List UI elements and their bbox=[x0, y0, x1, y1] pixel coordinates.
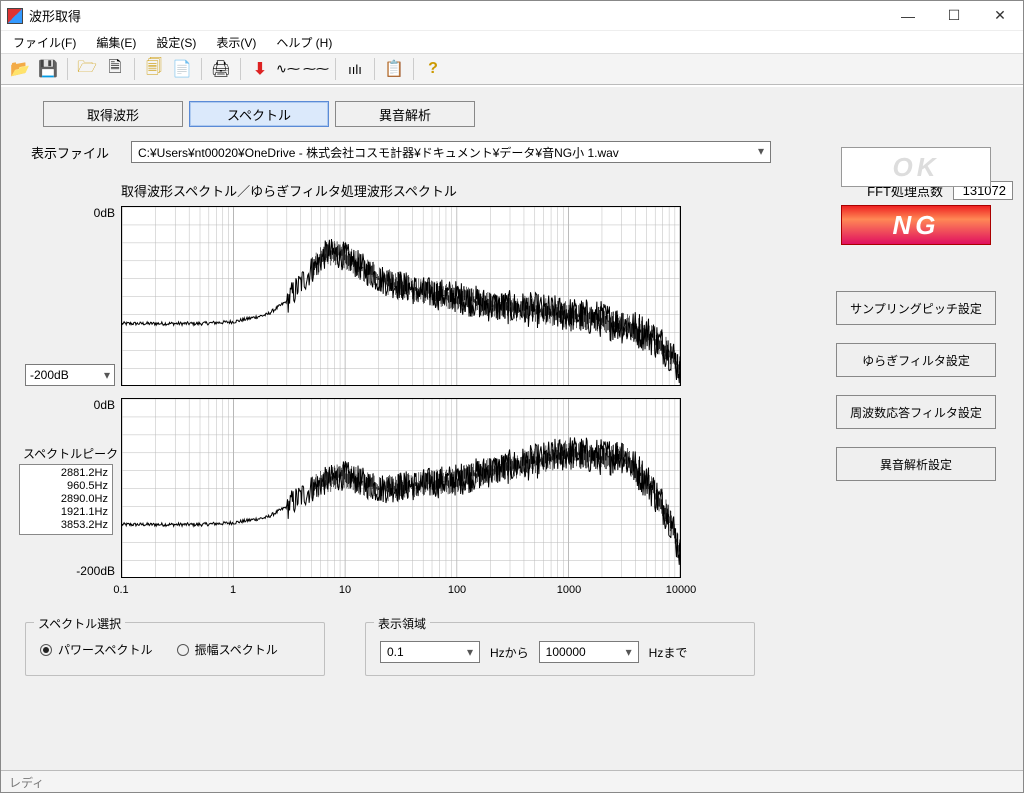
app-icon bbox=[7, 8, 23, 24]
peak-item: 2881.2Hz bbox=[24, 467, 108, 480]
tab-waveform[interactable]: 取得波形 bbox=[43, 101, 183, 127]
peak-item: 3853.2Hz bbox=[24, 519, 108, 532]
menu-file[interactable]: ファイル(F) bbox=[5, 32, 84, 53]
abnormal-analysis-button[interactable]: 異音解析設定 bbox=[836, 447, 996, 481]
print-icon[interactable]: 🖨 bbox=[208, 56, 234, 82]
xtick: 100 bbox=[448, 584, 466, 596]
toolbar: 📂 💾 🗁 🗎 🗐 📄 🖨 ⬇ ∿⁓ ⁓⁓ ıılı 📋 ? bbox=[1, 53, 1023, 85]
peak-item: 1921.1Hz bbox=[24, 506, 108, 519]
yuragi-filter-button[interactable]: ゆらぎフィルタ設定 bbox=[836, 343, 996, 377]
titlebar: 波形取得 — ☐ ✕ bbox=[1, 1, 1023, 31]
xtick: 1 bbox=[230, 584, 236, 596]
minimize-button[interactable]: — bbox=[885, 1, 931, 31]
content-area: 取得波形 スペクトル 異音解析 表示ファイル C:¥Users¥nt00020¥… bbox=[1, 87, 1023, 770]
file-select[interactable]: C:¥Users¥nt00020¥OneDrive - 株式会社コスモ計器¥ドキ… bbox=[131, 141, 771, 163]
radio-amplitude-spectrum[interactable]: 振幅スペクトル bbox=[177, 641, 278, 658]
menu-help[interactable]: ヘルプ (H) bbox=[268, 32, 340, 53]
status-text: レディ bbox=[9, 776, 44, 790]
xtick: 10 bbox=[339, 584, 351, 596]
wave1-icon[interactable]: ∿⁓ bbox=[275, 56, 301, 82]
ng-badge: NG bbox=[841, 205, 991, 245]
statusbar: レディ bbox=[1, 770, 1023, 792]
close-button[interactable]: ✕ bbox=[977, 1, 1023, 31]
toolbar-separator bbox=[374, 58, 375, 80]
down-arrow-icon[interactable]: ⬇ bbox=[247, 56, 273, 82]
menu-view[interactable]: 表示(V) bbox=[208, 32, 264, 53]
chart2-ytop: 0dB bbox=[94, 398, 115, 412]
range-to-unit: Hzまで bbox=[649, 644, 688, 661]
bars-icon[interactable]: ıılı bbox=[342, 56, 368, 82]
xtick: 1000 bbox=[557, 584, 581, 596]
open2-icon[interactable]: 🗁 bbox=[74, 56, 100, 82]
clipboard-icon[interactable]: 📋 bbox=[381, 56, 407, 82]
radio-dot-icon bbox=[177, 644, 189, 656]
menu-edit[interactable]: 編集(E) bbox=[88, 32, 144, 53]
tab-abnormal[interactable]: 異音解析 bbox=[335, 101, 475, 127]
save-icon[interactable]: 💾 bbox=[35, 56, 61, 82]
radio-dot-icon bbox=[40, 644, 52, 656]
open-icon[interactable]: 📂 bbox=[7, 56, 33, 82]
savecopy-icon[interactable]: 🗎 bbox=[102, 56, 128, 82]
range-to-select[interactable]: 100000 bbox=[539, 641, 639, 663]
chart1-ybottom-select[interactable]: -200dB bbox=[25, 364, 115, 386]
range-from-select[interactable]: 0.1 bbox=[380, 641, 480, 663]
toolbar-separator bbox=[67, 58, 68, 80]
tab-spectrum[interactable]: スペクトル bbox=[189, 101, 329, 127]
peak-list-label: スペクトルピーク bbox=[23, 445, 123, 462]
sampling-pitch-button[interactable]: サンプリングピッチ設定 bbox=[836, 291, 996, 325]
chart1-plot bbox=[121, 206, 681, 386]
menu-settings[interactable]: 設定(S) bbox=[148, 32, 204, 53]
menubar: ファイル(F) 編集(E) 設定(S) 表示(V) ヘルプ (H) bbox=[1, 31, 1023, 53]
paste-icon[interactable]: 📄 bbox=[169, 56, 195, 82]
freq-response-filter-button[interactable]: 周波数応答フィルタ設定 bbox=[836, 395, 996, 429]
peak-item: 960.5Hz bbox=[24, 480, 108, 493]
peak-list: 2881.2Hz 960.5Hz 2890.0Hz 1921.1Hz 3853.… bbox=[19, 464, 113, 535]
maximize-button[interactable]: ☐ bbox=[931, 1, 977, 31]
chart-title: 取得波形スペクトル／ゆらぎフィルタ処理波形スペクトル bbox=[121, 181, 457, 200]
copy-icon[interactable]: 🗐 bbox=[141, 56, 167, 82]
radio-power-spectrum[interactable]: パワースペクトル bbox=[40, 641, 153, 658]
peak-item: 2890.0Hz bbox=[24, 493, 108, 506]
bottom-groups: スペクトル選択 パワースペクトル 振幅スペクトル 表示領域 0.1 Hzから 1… bbox=[25, 622, 1013, 676]
xtick: 0.1 bbox=[113, 584, 128, 596]
tabs-row: 取得波形 スペクトル 異音解析 bbox=[43, 101, 1013, 127]
file-label: 表示ファイル bbox=[31, 143, 131, 162]
ok-badge: OK bbox=[841, 147, 991, 187]
spectrum-select-legend: スペクトル選択 bbox=[34, 615, 125, 632]
help-icon[interactable]: ? bbox=[420, 56, 446, 82]
range-from-unit: Hzから bbox=[490, 644, 529, 661]
toolbar-separator bbox=[240, 58, 241, 80]
window-title: 波形取得 bbox=[29, 6, 885, 25]
toolbar-separator bbox=[134, 58, 135, 80]
right-panel: OK NG サンプリングピッチ設定 ゆらぎフィルタ設定 周波数応答フィルタ設定 … bbox=[831, 147, 1001, 481]
spectrum-select-group: スペクトル選択 パワースペクトル 振幅スペクトル bbox=[25, 622, 325, 676]
chart2-plot bbox=[121, 398, 681, 578]
display-range-group: 表示領域 0.1 Hzから 100000 Hzまで bbox=[365, 622, 755, 676]
xaxis-labels: 0.1 1 10 100 1000 10000 bbox=[121, 584, 681, 604]
xtick: 10000 bbox=[666, 584, 697, 596]
toolbar-separator bbox=[335, 58, 336, 80]
chart1-ytop: 0dB bbox=[94, 206, 115, 220]
chart2-ybottom-select[interactable]: -200dB bbox=[76, 564, 115, 578]
display-range-legend: 表示領域 bbox=[374, 615, 430, 632]
toolbar-separator bbox=[201, 58, 202, 80]
toolbar-separator bbox=[413, 58, 414, 80]
wave2-icon[interactable]: ⁓⁓ bbox=[303, 56, 329, 82]
